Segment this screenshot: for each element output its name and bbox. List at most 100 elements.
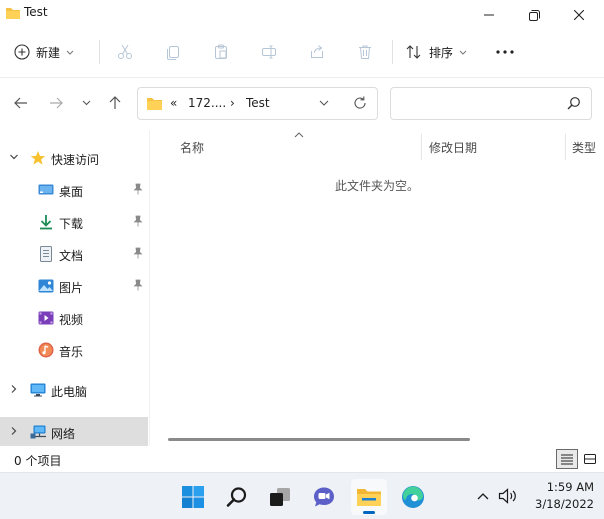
chevron-down-icon <box>82 100 90 106</box>
sidebar-item-documents[interactable]: 文档 <box>0 239 148 269</box>
horizontal-scrollbar[interactable] <box>168 438 470 441</box>
system-clock[interactable]: 1:59 AM 3/18/2022 <box>524 479 594 513</box>
sidebar-item-videos[interactable]: 视频 <box>0 303 148 333</box>
sidebar-item-pictures[interactable]: 图片 <box>0 271 148 301</box>
sidebar-item-label: 网络 <box>51 427 76 441</box>
more-icon <box>496 50 514 54</box>
back-button[interactable] <box>10 92 32 114</box>
taskbar: 1:59 AM 3/18/2022 <box>0 472 604 519</box>
search-taskbar-button[interactable] <box>219 479 255 515</box>
navigation-bar: « 172.... › Test <box>0 78 604 130</box>
folder-icon <box>5 6 21 23</box>
active-indicator <box>363 511 375 514</box>
star-icon <box>30 150 46 166</box>
sidebar-item-this-pc[interactable]: 此电脑 <box>0 375 148 405</box>
copy-icon <box>167 46 179 60</box>
computer-icon <box>30 382 46 398</box>
sidebar-item-label: 下载 <box>59 217 84 231</box>
pin-icon <box>133 183 143 198</box>
sidebar-item-music[interactable]: 音乐 <box>0 335 148 365</box>
column-header-type[interactable]: 类型 <box>572 139 596 156</box>
sidebar-item-label: 文档 <box>59 249 84 263</box>
tiles-view-icon <box>584 454 596 464</box>
column-divider[interactable] <box>421 134 422 160</box>
plus-circle-icon <box>14 44 30 60</box>
sidebar-item-downloads[interactable]: 下载 <box>0 207 148 237</box>
column-header-date-modified[interactable]: 修改日期 <box>429 139 477 156</box>
file-explorer-taskbar-button[interactable] <box>351 479 387 515</box>
paste-button[interactable] <box>210 41 232 63</box>
search-icon <box>567 96 581 113</box>
sidebar-item-label: 桌面 <box>59 185 84 199</box>
speaker-icon <box>498 488 516 504</box>
sidebar-item-quick-access[interactable]: 快速访问 <box>0 143 148 173</box>
file-explorer-icon <box>357 489 381 506</box>
search-icon <box>226 487 247 507</box>
video-icon <box>38 310 54 326</box>
chevron-down-icon <box>459 45 467 59</box>
chevron-right-icon[interactable] <box>9 383 19 397</box>
task-view-button[interactable] <box>262 479 298 515</box>
navigation-pane: 快速访问 桌面 下载 文档 图片 视频 音乐 此电脑 网络 <box>0 134 150 447</box>
clock-date: 3/18/2022 <box>535 497 594 511</box>
forward-button[interactable] <box>45 92 67 114</box>
recent-locations-button[interactable] <box>75 92 97 114</box>
details-view-icon <box>561 454 573 465</box>
address-bar[interactable]: « 172.... › Test <box>137 87 378 120</box>
address-dropdown-button[interactable] <box>318 95 330 114</box>
rename-button[interactable] <box>258 41 280 63</box>
folder-icon <box>146 96 163 114</box>
sort-indicator-icon <box>294 130 304 141</box>
edge-browser-button[interactable] <box>395 479 431 515</box>
chevron-down-icon <box>319 100 329 106</box>
sort-button[interactable]: 排序 <box>405 39 467 65</box>
arrow-right-icon <box>50 97 63 109</box>
music-icon <box>38 342 54 358</box>
sidebar-item-label: 视频 <box>59 313 84 327</box>
chevron-right-icon[interactable] <box>9 425 19 439</box>
pin-icon <box>133 215 143 230</box>
volume-button[interactable] <box>498 473 518 519</box>
chevron-down-icon[interactable] <box>9 151 19 165</box>
new-button[interactable]: 新建 <box>14 39 74 65</box>
pin-icon <box>133 247 143 262</box>
up-button[interactable] <box>104 92 126 114</box>
chat-button[interactable] <box>306 479 342 515</box>
close-button[interactable] <box>556 0 602 30</box>
pin-icon <box>133 279 143 294</box>
tiles-view-button[interactable] <box>579 449 601 469</box>
document-icon <box>38 246 54 262</box>
breadcrumb-item-current[interactable]: Test <box>246 96 270 110</box>
sidebar-item-network[interactable]: 网络 <box>0 417 148 447</box>
trash-icon <box>359 45 371 59</box>
toolbar-divider <box>392 40 393 64</box>
share-button[interactable] <box>306 41 328 63</box>
start-button[interactable] <box>175 479 211 515</box>
minimize-button[interactable] <box>466 0 512 30</box>
rename-icon <box>262 45 276 59</box>
breadcrumb-item[interactable]: 172.... <box>188 96 226 110</box>
status-bar: 0 个项目 <box>0 446 604 472</box>
column-divider[interactable] <box>565 134 566 160</box>
copy-button[interactable] <box>162 41 184 63</box>
sidebar-item-desktop[interactable]: 桌面 <box>0 175 148 205</box>
cut-button[interactable] <box>114 41 136 63</box>
refresh-button[interactable] <box>352 95 368 114</box>
item-count: 0 个项目 <box>14 454 62 468</box>
breadcrumb-overflow[interactable]: « <box>170 96 177 110</box>
delete-button[interactable] <box>354 41 376 63</box>
breadcrumb-separator[interactable]: › <box>230 96 235 110</box>
search-box[interactable] <box>390 87 592 120</box>
chevron-up-icon <box>477 493 489 500</box>
details-view-button[interactable] <box>556 449 578 469</box>
download-icon <box>38 214 54 230</box>
column-header-name[interactable]: 名称 <box>180 139 204 156</box>
toolbar-divider <box>99 40 100 64</box>
sidebar-item-label: 图片 <box>59 281 84 295</box>
more-options-button[interactable] <box>494 41 516 63</box>
arrow-left-icon <box>14 97 27 109</box>
sidebar-item-label: 快速访问 <box>51 153 100 167</box>
refresh-icon <box>354 96 366 109</box>
show-hidden-icons-button[interactable] <box>477 473 489 519</box>
maximize-button[interactable] <box>511 0 557 30</box>
